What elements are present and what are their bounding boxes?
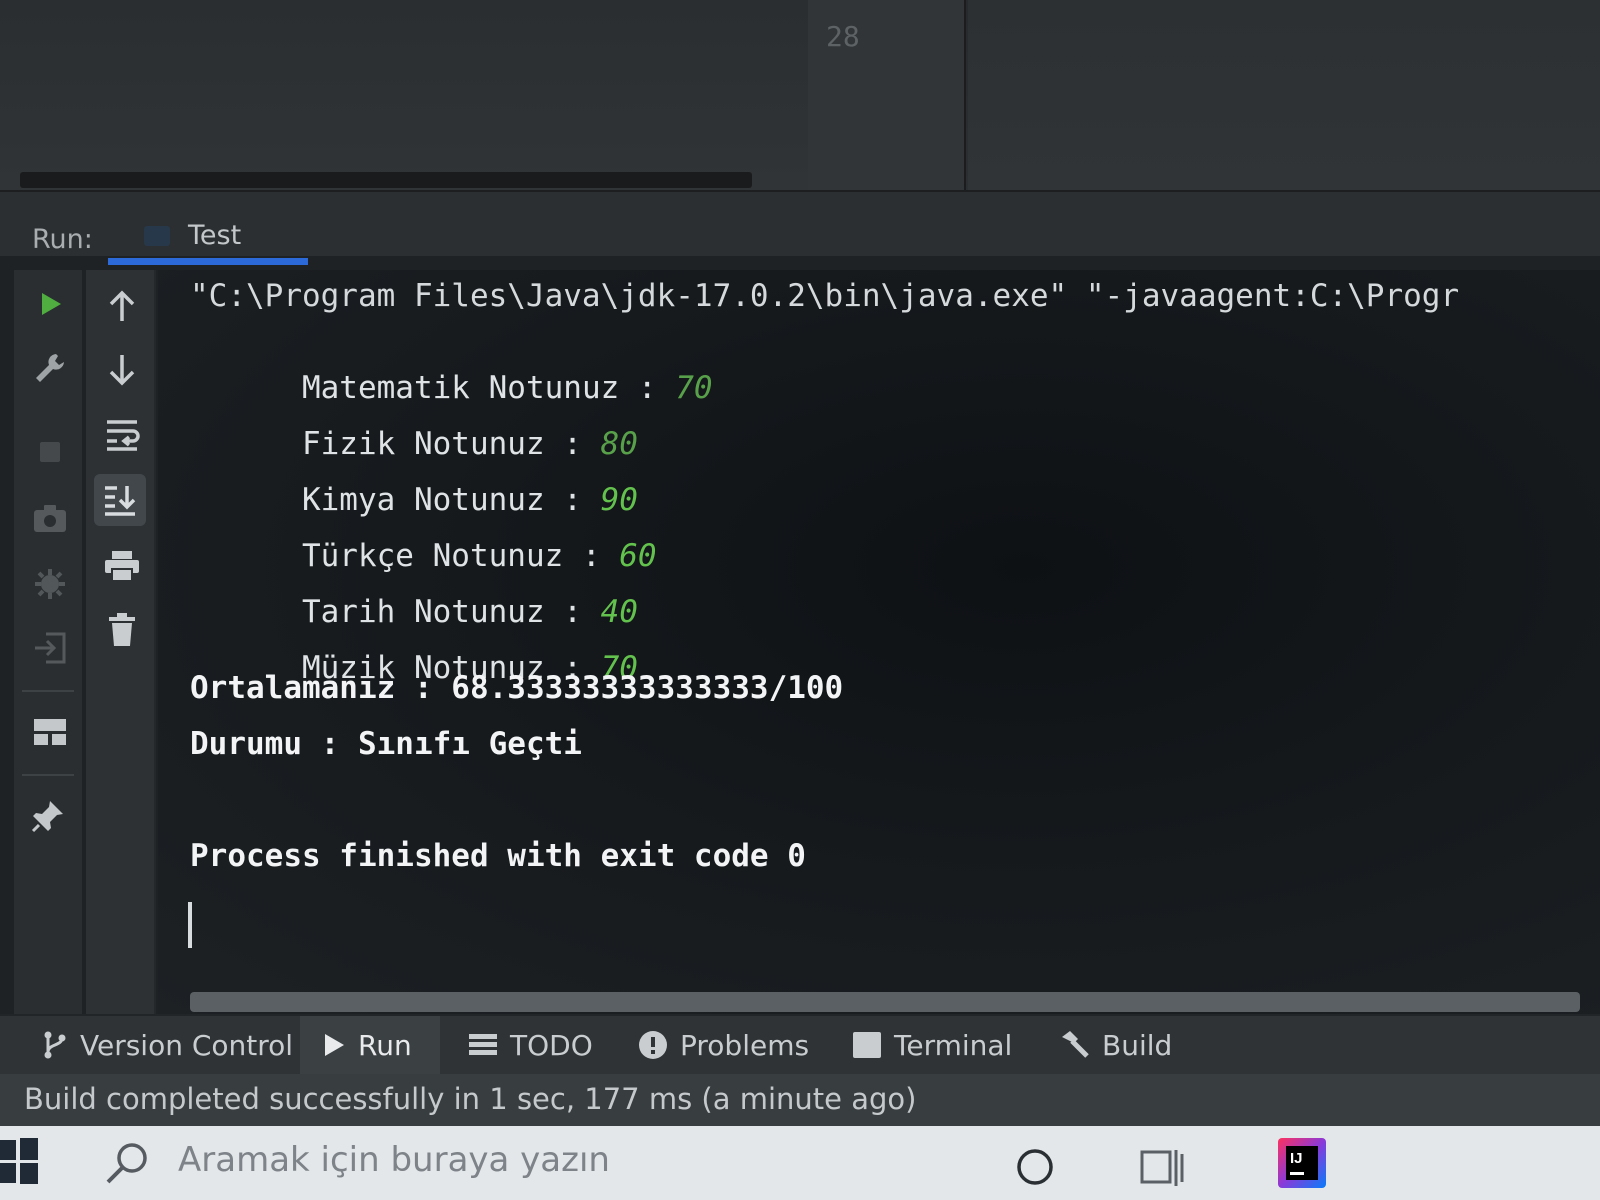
trash-icon [109, 613, 135, 646]
editor-pane-left[interactable] [0, 0, 808, 190]
edit-configuration-button[interactable] [24, 342, 76, 394]
task-view-icon [1140, 1150, 1184, 1186]
scroll-to-end-icon [105, 486, 136, 516]
windows-taskbar: Aramak için buraya yazın IJ [0, 1126, 1600, 1200]
tool-window-bar: Version Control Run TODO Problems Termin… [0, 1014, 1600, 1074]
printer-icon [105, 551, 139, 582]
tool-build[interactable]: Build [1042, 1016, 1188, 1074]
run-tab-label: Test [188, 220, 242, 251]
run-toolbar-primary [14, 270, 82, 1014]
layout-settings-button[interactable] [24, 706, 76, 758]
taskbar-search-input[interactable]: Aramak için buraya yazın [178, 1140, 738, 1180]
active-tab-indicator [108, 258, 308, 265]
run-panel-label: Run: [32, 224, 93, 255]
list-icon [469, 1034, 497, 1055]
tool-run[interactable]: Run [300, 1016, 440, 1074]
text-cursor [188, 902, 192, 948]
run-config-icon [144, 226, 170, 246]
play-icon [42, 293, 61, 315]
tool-label: TODO [510, 1028, 593, 1062]
user-input-value: 70 [675, 370, 713, 406]
rerun-button[interactable] [24, 278, 76, 330]
toolbar-separator [22, 774, 74, 776]
info-icon [639, 1031, 667, 1059]
pin-icon [31, 801, 63, 833]
start-button[interactable] [0, 1138, 40, 1188]
status-message[interactable]: Build completed successfully in 1 sec, 1… [24, 1082, 916, 1116]
gear-bug-icon [35, 569, 65, 599]
arrow-down-icon [109, 355, 135, 386]
cortana-button[interactable] [1016, 1148, 1054, 1190]
play-icon [325, 1034, 344, 1056]
run-tab-test[interactable]: Test [108, 190, 308, 270]
camera-icon [34, 505, 66, 532]
login-icon [35, 632, 66, 664]
tool-terminal[interactable]: Terminal [836, 1016, 1028, 1074]
tool-label: Problems [680, 1028, 810, 1062]
tool-version-control[interactable]: Version Control [26, 1016, 309, 1074]
hammer-icon [1062, 1031, 1089, 1058]
pin-tab-button[interactable] [22, 790, 74, 842]
restore-layout-button[interactable] [24, 622, 76, 674]
dump-threads-button[interactable] [24, 492, 76, 544]
soft-wrap-icon [107, 420, 140, 451]
tool-problems[interactable]: Problems [622, 1016, 825, 1074]
ide-window: 28 Run: Test "C:\Program Files\Java\jdk-… [0, 0, 1600, 1200]
branch-icon [44, 1031, 66, 1059]
console-horizontal-scrollbar[interactable] [190, 992, 1580, 1012]
tool-label: Build [1102, 1028, 1173, 1062]
soft-wrap-button[interactable] [96, 408, 148, 460]
tool-label: Run [358, 1028, 412, 1062]
print-button[interactable] [96, 540, 148, 592]
debug-button[interactable] [24, 558, 76, 610]
terminal-icon [853, 1032, 881, 1058]
svg-text:IJ: IJ [1290, 1150, 1303, 1167]
tool-todo[interactable]: TODO [452, 1016, 609, 1074]
wrench-icon [36, 354, 64, 382]
editor-pane-right[interactable] [968, 0, 1600, 190]
editor-horizontal-scrollbar[interactable] [20, 172, 752, 188]
status-bar: Build completed successfully in 1 sec, 1… [0, 1074, 1600, 1126]
scroll-to-end-button[interactable] [94, 474, 146, 526]
tool-label: Terminal [894, 1028, 1013, 1062]
console-output[interactable]: "C:\Program Files\Java\jdk-17.0.2\bin\ja… [158, 270, 1600, 1014]
clear-all-button[interactable] [96, 604, 148, 656]
intellij-taskbar-button[interactable]: IJ [1276, 1136, 1328, 1194]
task-view-button[interactable] [1140, 1146, 1186, 1194]
circle-icon [1017, 1149, 1053, 1185]
previous-occurrence-button[interactable] [96, 280, 148, 332]
stop-button[interactable] [24, 426, 76, 478]
next-occurrence-button[interactable] [96, 344, 148, 396]
toolbar-separator [22, 690, 74, 692]
tool-label: Version Control [80, 1028, 294, 1062]
run-toolbar-secondary [86, 270, 156, 1014]
stop-icon [40, 442, 60, 462]
search-icon[interactable] [104, 1140, 150, 1190]
editor-area: 28 [0, 0, 1600, 190]
arrow-up-icon [109, 290, 135, 321]
average-output: Ortalamanız : 68.33333333333333/100 [190, 670, 844, 706]
windows-logo-icon [0, 1138, 38, 1184]
layout-icon [34, 719, 66, 745]
command-line: "C:\Program Files\Java\jdk-17.0.2\bin\ja… [190, 278, 1460, 314]
process-exit-message: Process finished with exit code 0 [190, 838, 806, 874]
intellij-icon: IJ [1278, 1138, 1326, 1188]
result-output: Durumu : Sınıfı Geçti [190, 726, 582, 762]
line-number: 28 [826, 20, 860, 53]
